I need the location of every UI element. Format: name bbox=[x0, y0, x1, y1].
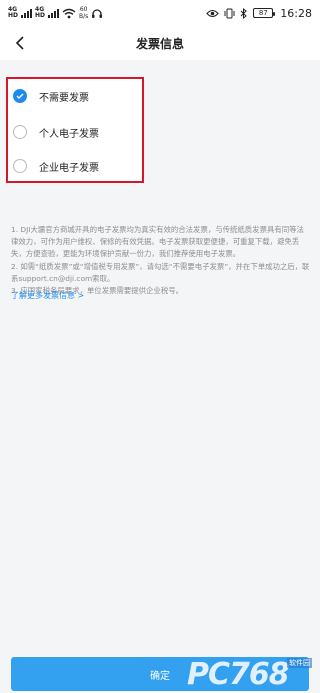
status-left: 4G HD 4G HD 60 B/s bbox=[8, 6, 103, 20]
headphones-icon bbox=[92, 8, 103, 18]
battery-icon: 87 bbox=[253, 8, 276, 18]
header-bar: 发票信息 bbox=[0, 26, 320, 60]
status-right: 87 16:28 bbox=[206, 7, 312, 20]
status-bar: 4G HD 4G HD 60 B/s 87 16:28 bbox=[0, 0, 320, 26]
option-label: 不需要发票 bbox=[39, 92, 89, 104]
option-no-invoice[interactable]: 不需要发票 bbox=[8, 79, 142, 113]
network-type-1: 4G HD bbox=[8, 6, 19, 19]
more-invoice-info-link[interactable]: 了解更多发票信息 > bbox=[11, 290, 84, 301]
chevron-left-icon bbox=[15, 36, 24, 50]
eye-icon bbox=[206, 9, 220, 17]
radio-unchecked-icon[interactable] bbox=[13, 159, 27, 173]
clock: 16:28 bbox=[280, 6, 312, 20]
back-button[interactable] bbox=[10, 33, 30, 53]
invoice-notes: 1. DJI大疆官方商城开具的电子发票均为真实有效的合法发票，与传统纸质发票具有… bbox=[11, 224, 311, 297]
option-company-e-invoice[interactable]: 企业电子发票 bbox=[8, 149, 142, 183]
wifi-icon bbox=[62, 8, 76, 18]
radio-checked-icon[interactable] bbox=[13, 89, 27, 103]
option-label: 企业电子发票 bbox=[39, 162, 99, 174]
confirm-button[interactable]: 确定 bbox=[11, 657, 309, 691]
signal-icon-2 bbox=[48, 8, 60, 18]
vibrate-icon bbox=[224, 8, 235, 18]
network-type-2: 4G HD bbox=[35, 6, 46, 19]
option-label: 个人电子发票 bbox=[39, 128, 99, 140]
bluetooth-icon bbox=[240, 7, 248, 19]
note-item: 1. DJI大疆官方商城开具的电子发票均为真实有效的合法发票，与传统纸质发票具有… bbox=[11, 225, 304, 259]
invoice-options-card: 不需要发票 个人电子发票 企业电子发票 bbox=[6, 77, 144, 183]
confirm-label: 确定 bbox=[150, 670, 170, 682]
network-speed: 60 B/s bbox=[79, 6, 89, 20]
radio-unchecked-icon[interactable] bbox=[13, 125, 27, 139]
page-title: 发票信息 bbox=[135, 36, 184, 51]
note-item: 2. 如需“纸质发票”或“增值税专用发票”，请勾选“不需要电子发票”，并在下单成… bbox=[11, 261, 310, 283]
option-personal-e-invoice[interactable]: 个人电子发票 bbox=[8, 115, 142, 149]
signal-icon-1 bbox=[21, 8, 33, 18]
